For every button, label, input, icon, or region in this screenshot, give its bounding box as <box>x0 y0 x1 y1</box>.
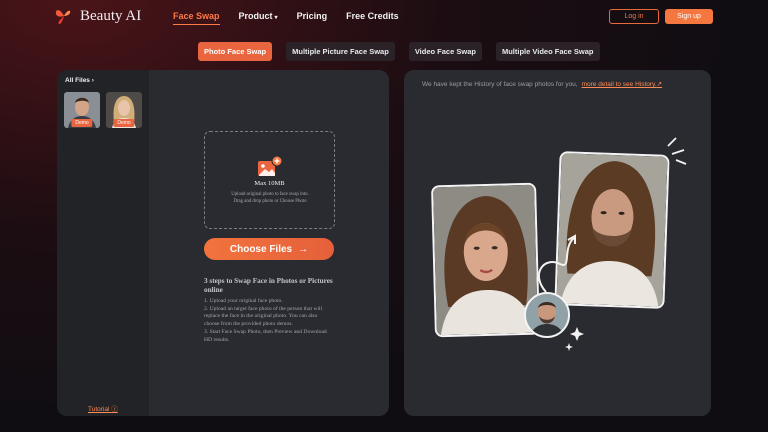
step-item: 2. Upload an target face photo of the pe… <box>204 305 323 328</box>
history-panel: We have kept the History of face swap ph… <box>404 70 711 416</box>
drop-desc-line-2: Drag and drop photo or Choose Photo <box>233 198 307 204</box>
info-icon: ⓘ <box>111 406 118 413</box>
nav-free-credits[interactable]: Free Credits <box>346 11 399 25</box>
tutorial-label: Tutorial <box>88 406 110 413</box>
step-item: 3. Start Face Swap Photo, then Preview a… <box>204 328 327 343</box>
tab-multiple-video-face-swap[interactable]: Multiple Video Face Swap <box>495 42 600 61</box>
nav-face-swap[interactable]: Face Swap <box>173 11 220 25</box>
nav-product-label: Product <box>238 11 273 21</box>
signup-button[interactable]: Sign up <box>665 9 713 24</box>
all-files-header[interactable]: All Files › <box>65 77 94 84</box>
tab-multiple-picture-face-swap[interactable]: Multiple Picture Face Swap <box>286 42 395 61</box>
demo-thumbnail-woman[interactable]: Demo <box>106 92 142 128</box>
demo-badge: Demo <box>113 119 135 127</box>
decorative-arrows <box>537 137 687 351</box>
max-size-label: Max 10MB <box>254 180 285 187</box>
drop-desc-line-1: Upload original photo to face swap into. <box>231 192 309 197</box>
arrow-right-icon: → <box>298 243 309 255</box>
butterfly-icon <box>55 10 71 25</box>
brand-name: Beauty AI <box>80 7 142 24</box>
upload-panel: All Files › Demo Demo Tutorial ⓘ Max 10M… <box>57 70 389 416</box>
brand-logo[interactable]: Beauty AI <box>54 6 141 26</box>
step-item: 1. Upload your original face photo. <box>204 298 283 304</box>
chevron-down-icon: ▾ <box>274 15 278 21</box>
demo-badge: Demo <box>71 119 93 127</box>
steps-list: 1. Upload your original face photo. 2. U… <box>204 298 334 344</box>
main-nav: Face Swap Product ▾ Pricing Free Credits <box>173 11 399 25</box>
choose-files-label: Choose Files <box>229 243 293 255</box>
top-header: Beauty AI Face Swap Product ▾ Pricing Fre… <box>0 0 768 34</box>
swap-mode-tabs: Photo Face Swap Multiple Picture Face Sw… <box>198 42 600 61</box>
choose-files-button[interactable]: Choose Files → <box>204 238 334 260</box>
photo-drop-zone[interactable]: Max 10MB Upload original photo to face s… <box>204 131 335 229</box>
nav-product[interactable]: Product ▾ <box>239 11 278 25</box>
add-image-icon <box>258 156 283 176</box>
tab-video-face-swap[interactable]: Video Face Swap <box>408 42 482 61</box>
login-button[interactable]: Log in <box>609 9 659 24</box>
tab-photo-face-swap[interactable]: Photo Face Swap <box>198 42 273 61</box>
drop-instructions: Upload original photo to face swap into.… <box>219 192 321 205</box>
steps-title: 3 steps to Swap Face in Photos or Pictur… <box>204 277 333 295</box>
nav-pricing[interactable]: Pricing <box>297 11 328 25</box>
demo-thumbnail-man[interactable]: Demo <box>64 92 100 128</box>
all-files-label: All Files <box>65 77 90 84</box>
chevron-right-icon: › <box>91 77 94 84</box>
tutorial-link[interactable]: Tutorial ⓘ <box>88 403 118 413</box>
files-sidebar: All Files › Demo Demo Tutorial ⓘ <box>57 70 149 416</box>
